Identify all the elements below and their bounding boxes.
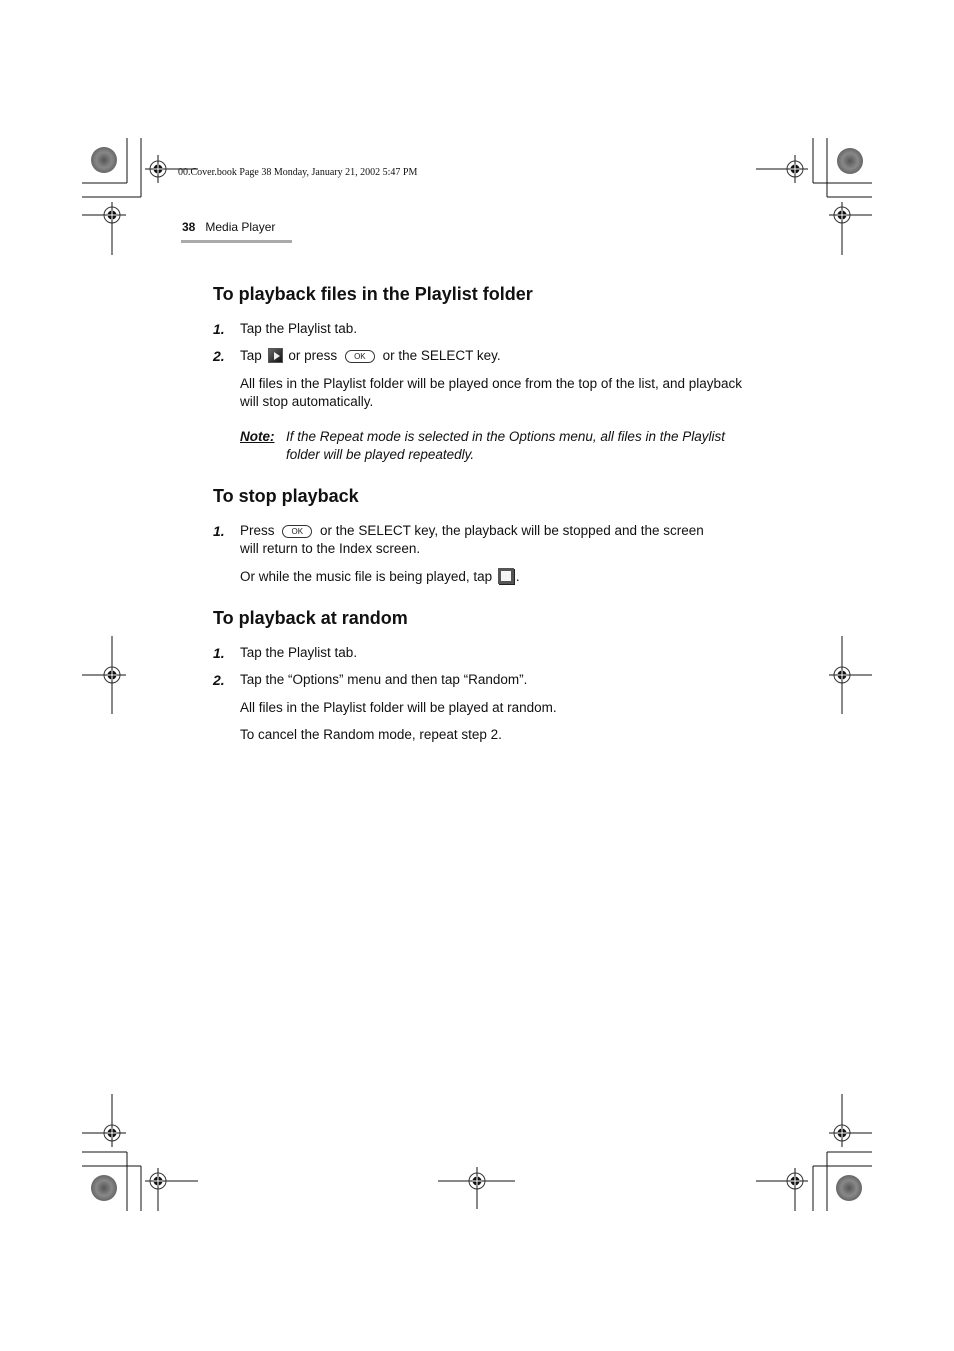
color-bar-target-icon [836,1175,862,1201]
color-bar-target-icon [837,148,863,174]
step-number: 1. [213,645,225,661]
step-text-part: Press [240,523,275,538]
step-text-part: Tap [240,348,262,363]
step-text-part: or press [288,348,338,363]
step-text-continued: will return to the Index screen. [240,541,421,556]
print-slug: 00.Cover.book Page 38 Monday, January 21… [178,167,418,178]
step-number: 1. [213,523,225,539]
step-text-part: or the SELECT key, the playback will be … [320,523,704,538]
stop-button-icon [497,568,514,584]
step-text: Tap the Playlist tab. [240,321,358,336]
step-text: Tap the “Options” menu and then tap “Ran… [240,672,528,687]
body-paragraph: All files in the Playlist folder will be… [240,376,743,409]
section-heading: To playback files in the Playlist folder [213,284,533,304]
section-heading: To stop playback [213,486,359,506]
ok-key-icon: OK [344,349,375,363]
note-text: If the Repeat mode is selected in the Op… [286,429,725,462]
body-paragraph: Or while the music file is being played,… [240,568,750,586]
running-head-rule [181,240,292,243]
step-number: 1. [213,321,225,337]
note-label: Note: [240,429,275,444]
step-text-part: or the SELECT key. [382,348,501,363]
ok-key-icon: OK [282,524,313,538]
step-text: Tap or press OK or the SELECT key. [240,348,501,363]
running-head: 38 Media Player [182,220,275,234]
color-bar-target-icon [91,1175,117,1201]
step-number: 2. [213,348,225,364]
step-text: Press OK or the SELECT key, the playback… [240,523,704,538]
body-paragraph: To cancel the Random mode, repeat step 2… [240,727,502,742]
section-title: Media Player [205,220,276,234]
step-text: Tap the Playlist tab. [240,645,358,660]
paragraph-text: . [515,569,520,584]
play-button-icon [267,348,283,363]
color-bar-target-icon [91,147,117,173]
section-heading: To playback at random [213,608,408,628]
page-number: 38 [182,220,196,234]
step-number: 2. [213,672,225,688]
body-paragraph: All files in the Playlist folder will be… [240,700,557,715]
paragraph-text: Or while the music file is being played,… [240,569,493,584]
